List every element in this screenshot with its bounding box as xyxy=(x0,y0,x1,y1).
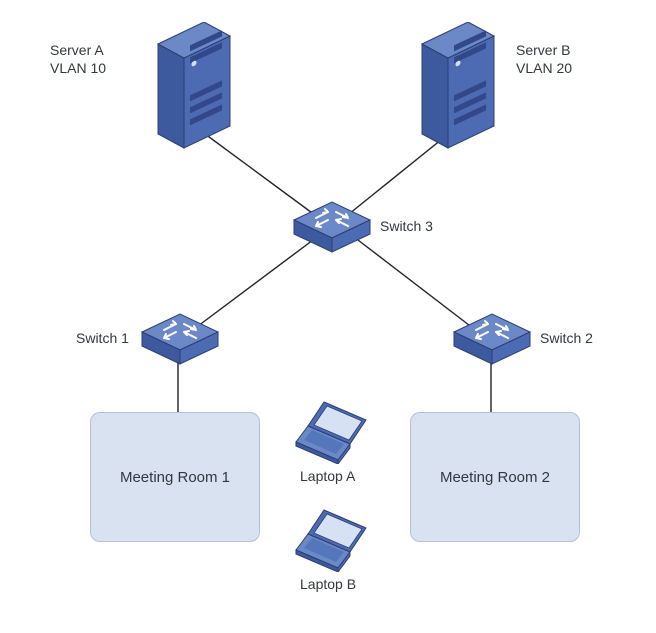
server-a-vlan: VLAN 10 xyxy=(50,60,106,76)
server-a-icon xyxy=(150,22,250,152)
server-a-label: Server A VLAN 10 xyxy=(50,42,106,77)
laptop-b-label: Laptop B xyxy=(300,576,356,594)
meeting-room-1: Meeting Room 1 xyxy=(90,412,260,542)
switch-2-icon xyxy=(452,312,532,368)
server-b-vlan: VLAN 20 xyxy=(516,60,572,76)
meeting-room-2: Meeting Room 2 xyxy=(410,412,580,542)
switch-3-icon xyxy=(292,200,372,256)
laptop-b-icon xyxy=(294,508,378,572)
switch-3-label: Switch 3 xyxy=(380,218,433,236)
server-b-icon xyxy=(414,22,514,152)
switch-1-label: Switch 1 xyxy=(76,330,129,348)
laptop-a-icon xyxy=(294,400,378,464)
switch-2-label: Switch 2 xyxy=(540,330,593,348)
server-b-label: Server B VLAN 20 xyxy=(516,42,572,77)
laptop-a-label: Laptop A xyxy=(300,468,355,486)
meeting-room-2-label: Meeting Room 2 xyxy=(440,469,550,486)
server-b-name: Server B xyxy=(516,42,570,58)
switch-1-icon xyxy=(140,312,220,368)
server-a-name: Server A xyxy=(50,42,104,58)
meeting-room-1-label: Meeting Room 1 xyxy=(120,469,230,486)
